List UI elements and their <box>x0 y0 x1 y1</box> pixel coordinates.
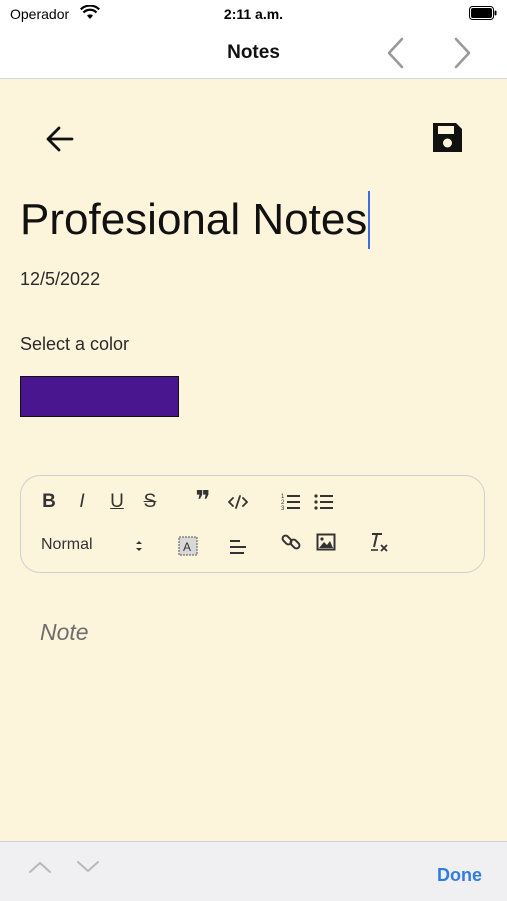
nav-title: Notes <box>227 42 280 63</box>
battery-icon <box>469 6 497 23</box>
color-picker-swatch[interactable] <box>20 376 179 417</box>
nav-bar: Notes <box>0 28 507 79</box>
bold-icon[interactable]: B <box>37 490 61 514</box>
formatting-toolbar: B I U S ❞ 1 2 3 Normal A <box>20 475 485 573</box>
note-date: 12/5/2022 <box>20 269 101 289</box>
header-select[interactable]: Normal <box>41 536 151 558</box>
text-caret <box>368 191 371 249</box>
strikethrough-icon[interactable]: S <box>138 490 162 514</box>
underline-icon[interactable]: U <box>105 490 129 514</box>
chevron-left-icon[interactable] <box>384 36 406 75</box>
image-icon[interactable] <box>314 530 338 554</box>
note-editor-screen: Profesional Notes 12/5/2022 Select a col… <box>0 79 507 841</box>
chevron-up-icon[interactable] <box>28 860 52 879</box>
chevron-down-icon[interactable] <box>76 860 100 879</box>
background-color-icon[interactable]: A <box>176 534 200 558</box>
svg-text:3: 3 <box>281 506 285 512</box>
blockquote-icon[interactable]: ❞ <box>191 485 215 515</box>
status-time: 2:11 a.m. <box>223 6 284 22</box>
clear-format-icon[interactable] <box>367 530 391 554</box>
header-select-value: Normal <box>41 536 93 553</box>
select-arrows-icon <box>134 538 144 559</box>
bullet-list-icon[interactable] <box>312 490 336 514</box>
ordered-list-icon[interactable]: 1 2 3 <box>279 490 303 514</box>
chevron-right-icon[interactable] <box>452 36 474 75</box>
status-bar: Operador 2:11 a.m. <box>0 0 507 28</box>
title-input[interactable]: Profesional Notes <box>20 189 371 251</box>
link-icon[interactable] <box>279 530 303 554</box>
align-icon[interactable] <box>226 534 250 558</box>
keyboard-accessory-bar: Done <box>0 841 507 901</box>
done-button[interactable]: Done <box>437 865 482 886</box>
italic-icon[interactable]: I <box>70 490 94 514</box>
title-value: Profesional Notes <box>20 195 368 244</box>
note-body-input[interactable]: Note <box>40 619 89 646</box>
floppy-disk-icon[interactable] <box>428 119 466 157</box>
color-label: Select a color <box>20 334 130 354</box>
code-block-icon[interactable] <box>226 490 250 514</box>
svg-text:A: A <box>183 540 191 554</box>
arrow-left-icon[interactable] <box>42 121 78 157</box>
